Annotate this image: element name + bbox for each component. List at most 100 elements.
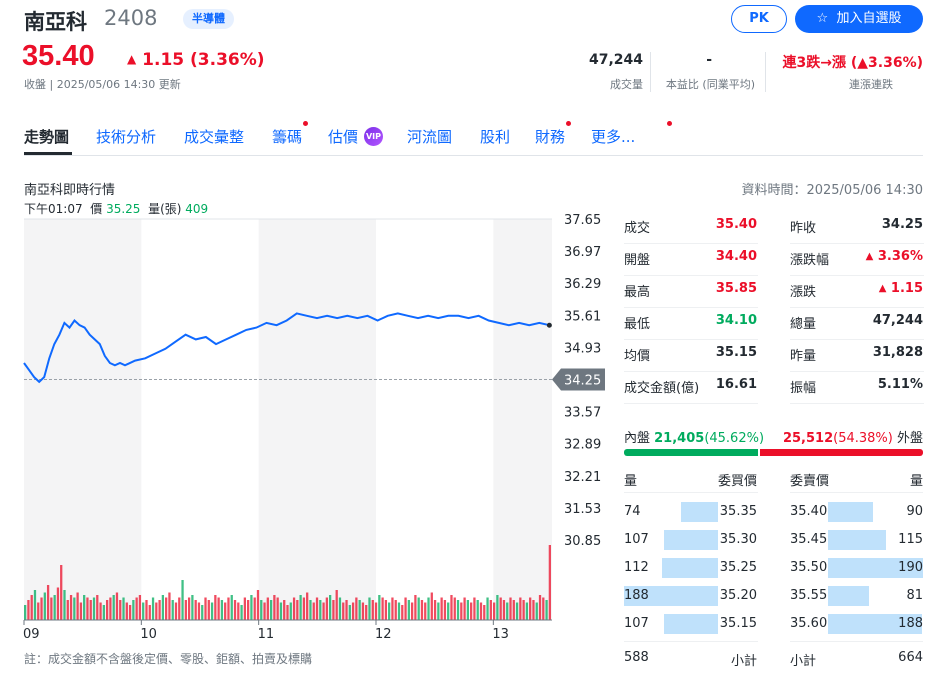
x-tick-label: 09 [23, 627, 40, 642]
volume-bar [201, 605, 204, 620]
x-tick-label: 11 [258, 627, 275, 642]
volume-bar [30, 595, 33, 620]
volume-bar [306, 592, 309, 620]
volume-bar [355, 597, 358, 620]
tab-7[interactable]: 財務 [535, 126, 565, 147]
quote-value: ▲ 1.15 [879, 281, 923, 296]
quote-label: 總量 [790, 317, 817, 332]
volume-bar [119, 600, 122, 620]
bid-subtotal-label: 小計 [730, 654, 757, 669]
volume-bar [46, 585, 50, 620]
up-arrow-icon: ▲ [878, 283, 887, 294]
volume-bar [132, 600, 135, 620]
volume-bar [220, 600, 224, 620]
quote-label: 成交金額(億) [624, 381, 700, 396]
volume-bar [420, 600, 424, 620]
volume-bar [276, 597, 279, 620]
quote-value-text: 34.40 [715, 249, 757, 264]
ask-qty-header: 量 [909, 474, 923, 489]
last-price-dot [546, 322, 552, 328]
inner-value: 21,405 [654, 431, 705, 446]
volume-bar [476, 600, 479, 620]
volume-bar [128, 605, 132, 620]
volume-bar [391, 597, 394, 620]
volume-bar [204, 597, 207, 620]
volume-bar [447, 602, 450, 620]
volume-bar [322, 602, 325, 620]
quote-value-text: 34.25 [881, 217, 923, 232]
volume-bar [394, 600, 397, 620]
inner-bar [624, 449, 758, 456]
quote-label: 均價 [624, 349, 651, 364]
volume-bar [338, 597, 342, 620]
intraday-chart[interactable]: 37.65 36.97 36.29 35.61 34.93 33.57 32.89 32.21… [0, 0, 945, 681]
tab-2[interactable]: 成交彙整 [184, 126, 244, 147]
row-divider [624, 492, 758, 493]
volume-bar [260, 600, 263, 620]
volume-bar [151, 597, 155, 620]
volume-bar [269, 600, 273, 620]
volume-bar [404, 597, 407, 620]
quote-value: 34.10 [716, 313, 757, 328]
tab-5[interactable]: 河流圖 [407, 126, 452, 147]
volume-bar [27, 600, 30, 620]
ask-price: 35.40 [790, 504, 828, 519]
quote-label: 最低 [624, 317, 651, 332]
volume-bar [286, 605, 289, 620]
tab-3[interactable]: 籌碼 [272, 126, 302, 147]
bid-depth-bar [662, 558, 718, 578]
bid-price: 35.20 [719, 588, 757, 603]
volume-bar [535, 602, 538, 620]
bid-qty: 74 [624, 504, 641, 519]
ask-price-header: 委賣價 [790, 474, 830, 489]
quote-value-text: 3.36% [877, 249, 923, 264]
inner-label: 內盤 [624, 431, 655, 446]
volume-bar [289, 602, 292, 620]
quote-value: 47,244 [873, 313, 923, 328]
volume-bar [545, 600, 548, 620]
volume-bar [368, 597, 371, 620]
volume-bar [522, 600, 525, 620]
quote-value-text: 34.10 [715, 313, 757, 328]
volume-bar [24, 605, 27, 620]
volume-bar [358, 600, 361, 620]
volume-bar [210, 602, 214, 620]
quote-label: 昨量 [790, 349, 817, 364]
row-divider [790, 243, 924, 244]
volume-bar [168, 592, 171, 620]
tab-4[interactable]: 估價 [328, 126, 358, 147]
ask-qty: 90 [906, 504, 923, 519]
quote-label: 開盤 [624, 253, 651, 268]
volume-bar [351, 602, 355, 620]
outer-label: 外盤 [896, 431, 923, 446]
ask-depth-bar [828, 586, 869, 606]
notification-dot [303, 121, 308, 126]
volume-bar [191, 595, 194, 620]
y-tick-label: 30.85 [564, 534, 601, 549]
tab-8[interactable]: 更多... [591, 126, 635, 147]
volume-bar [63, 590, 66, 620]
volume-bar [312, 602, 315, 620]
volume-bar [388, 602, 391, 620]
volume-bar [174, 602, 178, 620]
volume-bar [165, 597, 168, 620]
volume-bar [184, 600, 187, 620]
row-divider [624, 371, 758, 372]
quote-label: 漲跌幅 [790, 253, 830, 268]
volume-bar [76, 592, 79, 620]
volume-bar [115, 592, 119, 620]
bid-qty-header: 量 [624, 474, 638, 489]
volume-bar [263, 602, 266, 620]
volume-bar [374, 602, 378, 620]
quote-value: ▲ 3.36% [866, 249, 923, 264]
volume-bar [397, 602, 401, 620]
bid-price-header: 委買價 [717, 474, 757, 489]
bid-qty: 112 [624, 560, 649, 575]
volume-bar [53, 595, 56, 620]
volume-bar [33, 590, 37, 620]
quote-label: 最高 [624, 285, 651, 300]
tab-6[interactable]: 股利 [480, 126, 510, 147]
tab-1[interactable]: 技術分析 [96, 126, 156, 147]
tab-0[interactable]: 走勢圖 [24, 126, 69, 147]
quote-label: 昨收 [790, 221, 817, 236]
